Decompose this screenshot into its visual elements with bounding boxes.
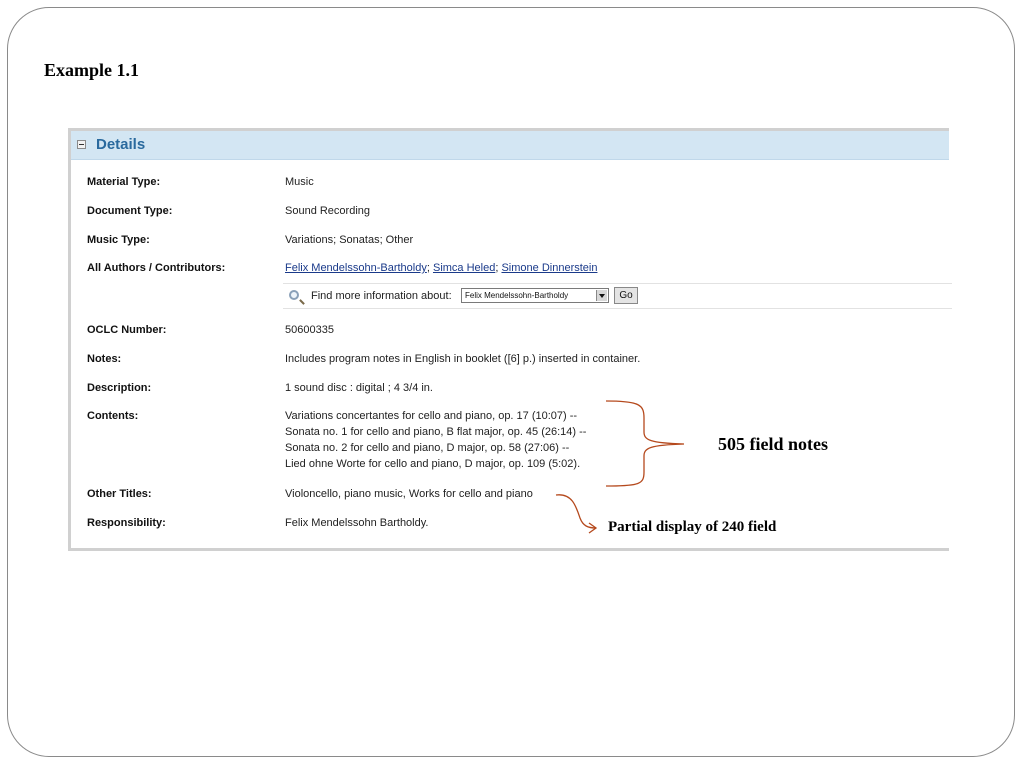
annotation-overlay xyxy=(555,400,685,534)
annotation-240: Partial display of 240 field xyxy=(608,519,777,535)
annotation-505: 505 field notes xyxy=(718,434,828,454)
brace-505 xyxy=(605,400,685,487)
